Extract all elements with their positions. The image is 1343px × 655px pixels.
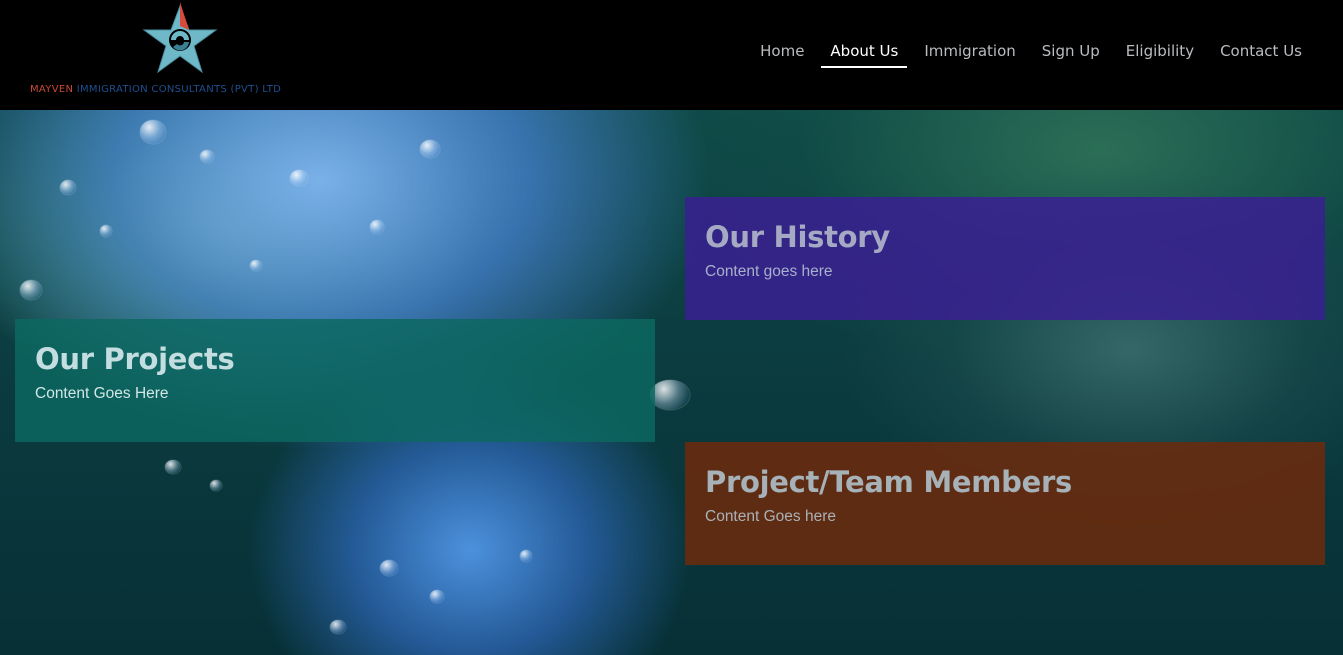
nav-sign-up[interactable]: Sign Up — [1033, 38, 1109, 68]
water-drop — [60, 180, 76, 195]
site-header: MAYVEN IMMIGRATION CONSULTANTS (PVT) LTD… — [0, 0, 1343, 110]
our-history-title: Our History — [705, 220, 890, 254]
our-projects-content: Content Goes Here — [35, 385, 169, 402]
water-drop — [165, 460, 181, 474]
water-drop — [520, 550, 532, 562]
water-drop — [140, 120, 166, 144]
our-history-panel: Our History Content goes here — [685, 197, 1325, 320]
team-members-title: Project/Team Members — [705, 465, 1072, 499]
our-projects-title: Our Projects — [35, 342, 235, 376]
page: MAYVEN IMMIGRATION CONSULTANTS (PVT) LTD… — [0, 0, 1343, 655]
nav-immigration[interactable]: Immigration — [915, 38, 1024, 68]
team-members-content: Content Goes here — [705, 508, 836, 525]
water-drop — [290, 170, 308, 186]
team-members-panel: Project/Team Members Content Goes here — [685, 442, 1325, 565]
logo-link[interactable]: MAYVEN IMMIGRATION CONSULTANTS (PVT) LTD — [30, 0, 340, 110]
logo-text-rest: IMMIGRATION CONSULTANTS (PVT) LTD — [73, 84, 282, 95]
water-drop — [100, 225, 112, 237]
our-history-content: Content goes here — [705, 263, 833, 280]
water-drop — [250, 260, 262, 271]
nav-contact-us[interactable]: Contact Us — [1211, 38, 1311, 68]
star-logo-icon — [142, 2, 218, 74]
main-nav: Home About Us Immigration Sign Up Eligib… — [743, 38, 1311, 68]
nav-eligibility[interactable]: Eligibility — [1117, 38, 1203, 68]
water-drop — [20, 280, 42, 300]
water-drop — [200, 150, 214, 163]
logo-text: MAYVEN IMMIGRATION CONSULTANTS (PVT) LTD — [30, 84, 281, 95]
water-drop — [380, 560, 398, 576]
water-drop — [370, 220, 384, 234]
logo-text-accent: MAYVEN — [30, 84, 74, 95]
water-drop — [210, 480, 222, 491]
water-drop — [330, 620, 346, 634]
water-drop — [420, 140, 440, 158]
nav-about-us[interactable]: About Us — [821, 38, 908, 68]
water-drop — [430, 590, 444, 603]
water-drop — [650, 380, 690, 410]
our-projects-panel: Our Projects Content Goes Here — [15, 319, 655, 442]
nav-home[interactable]: Home — [751, 38, 813, 68]
